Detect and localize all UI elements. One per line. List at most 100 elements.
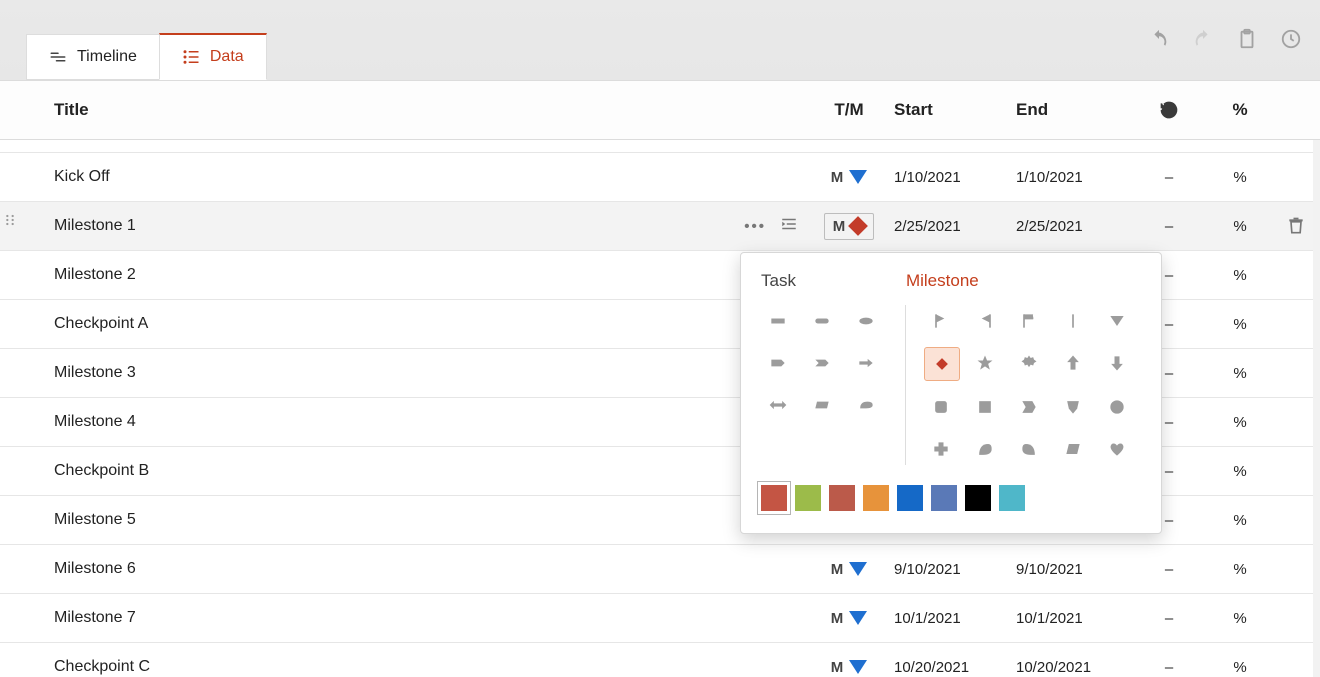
history-icon[interactable] [1280,28,1302,54]
task-shape-pill[interactable] [805,305,839,337]
ms-shape-circle[interactable] [1100,391,1134,423]
cell-start[interactable]: 10/20/2021 [886,659,1008,676]
cell-percent[interactable]: % [1208,463,1272,480]
cell-percent[interactable]: % [1208,365,1272,382]
color-swatch[interactable] [761,485,787,511]
cell-start[interactable]: 1/10/2021 [886,169,1008,186]
ms-shape-leaf1[interactable] [968,433,1002,465]
task-shape-slant[interactable] [805,389,839,421]
indent-icon[interactable] [780,215,798,237]
scrollbar[interactable] [1313,140,1320,677]
ms-shape-parallelogram[interactable] [1056,433,1090,465]
cell-title[interactable]: Milestone 3 [44,364,812,382]
cell-percent[interactable]: % [1208,561,1272,578]
table-row[interactable]: Checkpoint CM10/20/202110/20/2021–% [0,643,1320,677]
ms-shape-waving-flag[interactable] [1012,305,1046,337]
table-row[interactable]: Milestone 6M9/10/20219/10/2021–% [0,545,1320,594]
task-shape-bar[interactable] [761,305,795,337]
task-shape-chevron[interactable] [761,347,795,379]
color-swatch[interactable] [931,485,957,511]
color-swatch[interactable] [795,485,821,511]
cell-tm[interactable]: M [812,169,886,186]
ms-shape-arrow-up[interactable] [1056,347,1090,379]
cell-end[interactable]: 10/20/2021 [1008,659,1130,676]
cell-duration[interactable]: – [1130,659,1208,676]
ms-shape-plus[interactable] [924,433,958,465]
ms-shape-triangle-down[interactable] [1100,305,1134,337]
cell-percent[interactable]: % [1208,169,1272,186]
cell-percent[interactable]: % [1208,512,1272,529]
cell-percent[interactable]: % [1208,414,1272,431]
ms-shape-diamond[interactable] [924,347,960,381]
cell-percent[interactable]: % [1208,218,1272,235]
ms-shape-square[interactable] [968,391,1002,423]
redo-icon[interactable] [1192,28,1214,54]
color-swatch[interactable] [965,485,991,511]
cell-end[interactable]: 1/10/2021 [1008,169,1130,186]
task-shape-arrow[interactable] [849,347,883,379]
popover-tab-task[interactable]: Task [761,271,796,291]
col-title[interactable]: Title [44,100,812,120]
cell-duration[interactable]: – [1130,561,1208,578]
cell-end[interactable]: 9/10/2021 [1008,561,1130,578]
cell-title[interactable]: Milestone 2 [44,266,812,284]
color-swatch[interactable] [863,485,889,511]
ms-shape-star[interactable] [968,347,1002,379]
color-swatch[interactable] [897,485,923,511]
cell-title[interactable]: Milestone 6 [44,560,812,578]
clipboard-icon[interactable] [1236,28,1258,54]
cell-end[interactable]: 2/25/2021 [1008,218,1130,235]
col-percent[interactable]: % [1208,100,1272,120]
color-swatch[interactable] [829,485,855,511]
col-tm[interactable]: T/M [812,100,886,120]
ms-shape-chevron[interactable] [1012,391,1046,423]
ms-shape-gear[interactable] [1012,347,1046,379]
cell-start[interactable]: 10/1/2021 [886,610,1008,627]
cell-start[interactable]: 9/10/2021 [886,561,1008,578]
tab-data[interactable]: Data [159,33,267,80]
tab-timeline[interactable]: Timeline [26,34,160,80]
ms-shape-arrow-down[interactable] [1100,347,1134,379]
cell-title[interactable]: Milestone 4 [44,413,812,431]
undo-icon[interactable] [1148,28,1170,54]
table-row[interactable]: Kick OffM1/10/20211/10/2021–% [0,152,1320,202]
cell-percent[interactable]: % [1208,267,1272,284]
cell-percent[interactable]: % [1208,659,1272,676]
ms-shape-heart[interactable] [1100,433,1134,465]
cell-title[interactable]: Kick Off [44,168,812,186]
cell-title[interactable]: Milestone 7 [44,609,812,627]
cell-title[interactable]: Checkpoint A [44,315,812,333]
table-row[interactable]: Milestone 1•••M2/25/20212/25/2021–% [0,202,1320,251]
ms-shape-rounded-square[interactable] [924,391,958,423]
drag-handle-icon[interactable] [2,212,18,232]
cell-tm[interactable]: M [812,213,886,240]
ms-shape-shield[interactable] [1056,391,1090,423]
table-row[interactable]: Milestone 7M10/1/202110/1/2021–% [0,594,1320,643]
cell-title[interactable]: Checkpoint B [44,462,812,480]
cell-start[interactable]: 2/25/2021 [886,218,1008,235]
cell-tm[interactable]: M [812,610,886,627]
ms-shape-flag-left[interactable] [968,305,1002,337]
cell-title[interactable]: Milestone 5 [44,511,812,529]
task-shape-leaf[interactable] [849,389,883,421]
ms-shape-line[interactable] [1056,305,1090,337]
col-duration[interactable] [1130,100,1208,120]
cell-title[interactable]: Checkpoint C [44,658,812,676]
cell-title[interactable]: Milestone 1••• [44,215,812,237]
col-end[interactable]: End [1008,100,1130,120]
ms-shape-flag-right[interactable] [924,305,958,337]
task-shape-oval[interactable] [849,305,883,337]
cell-duration[interactable]: – [1130,610,1208,627]
cell-duration[interactable]: – [1130,218,1208,235]
cell-duration[interactable]: – [1130,169,1208,186]
col-start[interactable]: Start [886,100,1008,120]
more-icon[interactable]: ••• [744,218,766,235]
cell-tm[interactable]: M [812,561,886,578]
color-swatch[interactable] [999,485,1025,511]
cell-tm[interactable]: M [812,659,886,676]
cell-percent[interactable]: % [1208,610,1272,627]
popover-tab-milestone[interactable]: Milestone [906,271,979,291]
ms-shape-leaf2[interactable] [1012,433,1046,465]
cell-percent[interactable]: % [1208,316,1272,333]
task-shape-biarrow[interactable] [761,389,795,421]
